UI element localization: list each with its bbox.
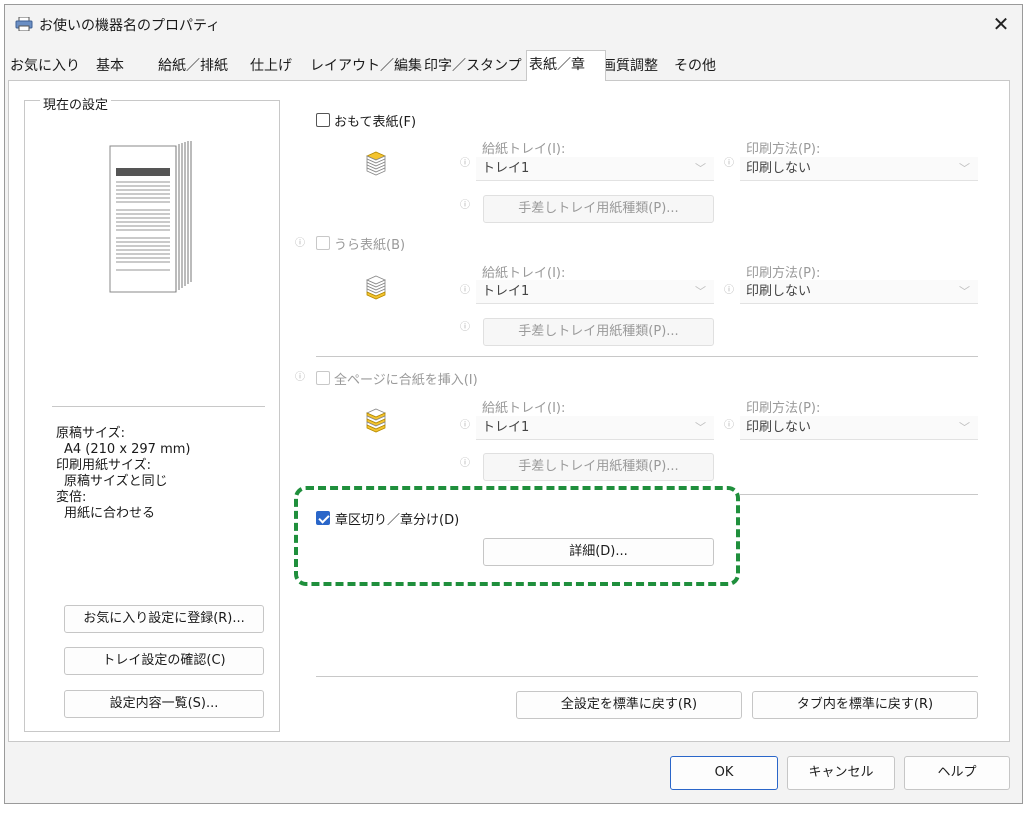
register-favorite-button[interactable]: お気に入り設定に登録(R)...: [64, 605, 264, 633]
scale-value: 用紙に合わせる: [64, 506, 156, 521]
back-print-select[interactable]: 印刷しない ﹀: [740, 280, 978, 304]
back-tray-value: トレイ1: [482, 284, 530, 299]
front-tray-label: 給紙トレイ(I):: [482, 142, 566, 157]
insert-print-label: 印刷方法(P):: [746, 401, 821, 416]
paper-size-value: 原稿サイズと同じ: [64, 474, 168, 489]
orig-size-value: A4 (210 x 297 mm): [64, 442, 191, 457]
back-print-label: 印刷方法(P):: [746, 266, 821, 281]
close-icon: ✕: [992, 12, 1010, 36]
back-cover-checkbox[interactable]: [316, 236, 330, 250]
tab-cover-chapter[interactable]: 表紙／章: [526, 50, 606, 81]
insert-bypass-paper-button[interactable]: 手差しトレイ用紙種類(P)...: [483, 453, 714, 481]
front-cover-stack-icon: [366, 151, 386, 176]
printer-icon: [15, 17, 33, 31]
current-settings-title: 現在の設定: [40, 94, 112, 113]
insert-tray-info-icon: ⓘ: [460, 420, 470, 431]
back-tray-select[interactable]: トレイ1 ﹀: [476, 280, 714, 304]
settings-list-button[interactable]: 設定内容一覧(S)...: [64, 690, 264, 718]
back-tray-info-icon: ⓘ: [460, 285, 470, 296]
tray-settings-button[interactable]: トレイ設定の確認(C): [64, 647, 264, 675]
chevron-down-icon: ﹀: [695, 162, 706, 175]
title-bar: お使いの機器名のプロパティ ✕: [5, 5, 1022, 43]
chevron-down-icon: ﹀: [959, 421, 970, 434]
front-bypass-info-icon: ⓘ: [460, 200, 470, 211]
back-cover-label: うら表紙(B): [334, 238, 406, 253]
help-button[interactable]: ヘルプ: [904, 756, 1010, 790]
insert-sheets-stack-icon: [366, 408, 386, 433]
front-tray-info-icon: ⓘ: [460, 158, 470, 169]
ok-button[interactable]: OK: [670, 756, 778, 790]
window-title: お使いの機器名のプロパティ: [39, 18, 221, 34]
settings-summary: 原稿サイズ: A4 (210 x 297 mm) 印刷用紙サイズ: 原稿サイズと…: [56, 426, 190, 522]
close-button[interactable]: ✕: [986, 9, 1016, 39]
chevron-down-icon: ﹀: [695, 421, 706, 434]
highlight-box: [294, 486, 740, 586]
front-print-info-icon: ⓘ: [724, 158, 734, 169]
cancel-button[interactable]: キャンセル: [787, 756, 895, 790]
front-print-value: 印刷しない: [746, 161, 812, 176]
tab-stamp[interactable]: 印字／スタンプ: [422, 52, 524, 80]
back-bypass-info-icon: ⓘ: [460, 322, 470, 333]
tab-paper[interactable]: 給紙／排紙: [156, 52, 230, 80]
tab-image-quality[interactable]: 画質調整: [600, 52, 660, 80]
front-bypass-paper-button[interactable]: 手差しトレイ用紙種類(P)...: [483, 195, 714, 223]
separator-bottom: [316, 676, 978, 677]
insert-print-select[interactable]: 印刷しない ﹀: [740, 416, 978, 440]
insert-bypass-info-icon: ⓘ: [460, 458, 470, 469]
left-separator: [52, 406, 265, 407]
separator-insert: [740, 494, 978, 495]
insert-print-info-icon: ⓘ: [724, 420, 734, 431]
back-cover-stack-icon: [366, 275, 386, 300]
chevron-down-icon: ﹀: [695, 285, 706, 298]
paper-size-label: 印刷用紙サイズ:: [56, 458, 151, 473]
front-cover-label: おもて表紙(F): [334, 115, 417, 130]
insert-sheets-checkbox[interactable]: [316, 371, 330, 385]
insert-tray-label: 給紙トレイ(I):: [482, 401, 566, 416]
tab-favorites[interactable]: お気に入り: [8, 52, 82, 80]
front-print-label: 印刷方法(P):: [746, 142, 821, 157]
back-bypass-paper-button[interactable]: 手差しトレイ用紙種類(P)...: [483, 318, 714, 346]
document-preview-image: [109, 141, 192, 293]
tab-finishing[interactable]: 仕上げ: [248, 52, 294, 80]
insert-sheets-label: 全ページに合紙を挿入(I): [334, 373, 478, 388]
back-print-info-icon: ⓘ: [724, 285, 734, 296]
tab-layout[interactable]: レイアウト／編集: [308, 52, 424, 80]
insert-print-value: 印刷しない: [746, 420, 812, 435]
insert-tray-value: トレイ1: [482, 420, 530, 435]
back-print-value: 印刷しない: [746, 284, 812, 299]
tab-others[interactable]: その他: [672, 52, 718, 80]
chevron-down-icon: ﹀: [959, 285, 970, 298]
separator-cover: [316, 356, 978, 357]
insert-tray-select[interactable]: トレイ1 ﹀: [476, 416, 714, 440]
reset-all-button[interactable]: 全設定を標準に戻す(R): [516, 691, 742, 719]
front-tray-value: トレイ1: [482, 161, 530, 176]
chevron-down-icon: ﹀: [959, 162, 970, 175]
tab-basic[interactable]: 基本: [94, 52, 126, 80]
back-tray-label: 給紙トレイ(I):: [482, 266, 566, 281]
insert-info-icon: ⓘ: [295, 372, 305, 383]
front-cover-checkbox[interactable]: [316, 113, 330, 127]
orig-size-label: 原稿サイズ:: [56, 426, 125, 441]
scale-label: 変倍:: [56, 490, 87, 505]
front-print-select[interactable]: 印刷しない ﹀: [740, 157, 978, 181]
back-cover-info-icon: ⓘ: [295, 238, 305, 249]
front-tray-select[interactable]: トレイ1 ﹀: [476, 157, 714, 181]
reset-tab-button[interactable]: タブ内を標準に戻す(R): [752, 691, 978, 719]
